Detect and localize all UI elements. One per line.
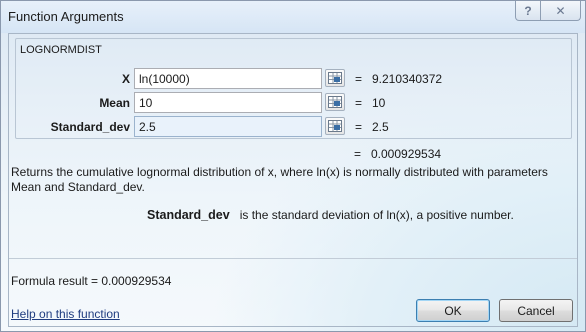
arg-equals-x: = (355, 72, 363, 86)
collapse-dialog-icon (328, 96, 342, 108)
ref-button-x[interactable] (325, 69, 345, 87)
argument-help: Standard_dev is the standard deviation o… (147, 208, 514, 222)
arg-input-mean[interactable] (134, 92, 322, 113)
dialog-body: LOGNORMDIST X = 9.210340372 Mean (8, 33, 578, 327)
arg-label-mean: Mean (99, 96, 130, 110)
argument-help-name: Standard_dev (147, 208, 230, 222)
function-arguments-dialog: Function Arguments ? ✕ LOGNORMDIST X ln(… (0, 0, 586, 332)
arg-result-x: 9.210340372 (372, 72, 443, 86)
close-icon: ✕ (555, 3, 566, 18)
arg-input-standard-dev[interactable] (134, 116, 322, 137)
function-description: Returns the cumulative lognormal distrib… (11, 165, 548, 194)
argument-help-text: is the standard deviation of ln(x), a po… (239, 208, 514, 222)
dialog-title: Function Arguments (8, 9, 124, 24)
arg-equals-mean: = (355, 96, 363, 110)
arg-equals-standard-dev: = (355, 120, 363, 134)
help-on-function-link[interactable]: Help on this function (11, 307, 120, 321)
function-result-equals: = (354, 147, 362, 161)
arguments-group: LOGNORMDIST X = 9.210340372 Mean (15, 38, 572, 139)
title-bar[interactable]: Function Arguments ? ✕ (1, 1, 585, 33)
collapse-dialog-icon (328, 72, 342, 84)
formula-result-label: Formula result = (11, 274, 99, 288)
formula-result: Formula result = 0.000929534 (11, 274, 171, 288)
arg-label-standard-dev: Standard_dev (50, 120, 130, 134)
help-button[interactable]: ? (515, 1, 541, 21)
divider (9, 258, 577, 259)
arg-result-standard-dev: 2.5 (372, 120, 389, 134)
ref-button-mean[interactable] (325, 93, 345, 111)
cancel-button[interactable]: Cancel (499, 299, 573, 322)
help-icon: ? (524, 3, 532, 18)
ref-button-standard-dev[interactable] (325, 117, 345, 135)
collapse-dialog-icon (328, 120, 342, 132)
ok-button[interactable]: OK (416, 299, 490, 322)
arg-label-x: X (121, 72, 130, 86)
arg-input-x[interactable] (134, 68, 322, 89)
function-name: LOGNORMDIST (20, 44, 102, 56)
formula-result-value: 0.000929534 (101, 274, 172, 288)
arg-result-mean: 10 (372, 96, 386, 110)
function-result-value: 0.000929534 (371, 147, 442, 161)
close-button[interactable]: ✕ (541, 1, 581, 21)
